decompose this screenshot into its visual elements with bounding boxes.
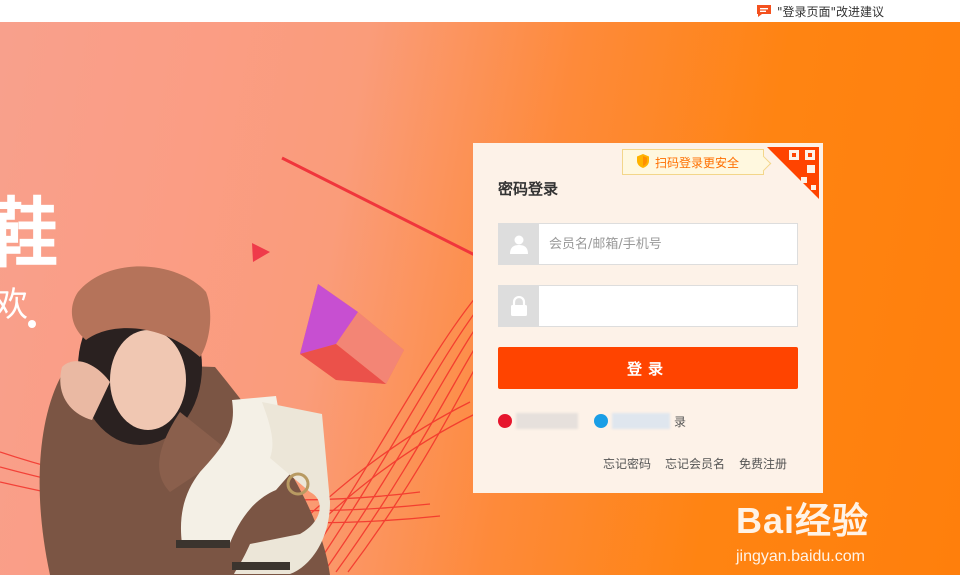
feedback-text: "登录页面"改进建议 [777, 4, 885, 19]
login-button[interactable]: 登录 [498, 347, 798, 389]
lock-icon [499, 286, 539, 326]
scan-tip-text: 扫码登录更安全 [655, 155, 740, 170]
forgot-username-link[interactable]: 忘记会员名 [665, 455, 725, 472]
user-icon [499, 224, 539, 264]
shield-icon [637, 153, 649, 171]
qr-code-icon [767, 147, 819, 199]
watermark-brand: Bai经验 [736, 500, 870, 541]
scan-login-tip[interactable]: 扫码登录更安全 [622, 149, 764, 175]
third-party-login: 录 [498, 411, 702, 431]
account-links: 忘记密码 忘记会员名 免费注册 [603, 455, 787, 472]
alipay-login[interactable]: 录 [594, 413, 686, 430]
watermark-url: jingyan.baidu.com [736, 548, 865, 565]
forgot-password-link[interactable]: 忘记密码 [603, 455, 651, 472]
alipay-icon [594, 414, 608, 428]
baidu-watermark: Bai经验 jingyan.baidu.com [736, 492, 916, 575]
weibo-login[interactable] [498, 413, 578, 429]
register-link[interactable]: 免费注册 [739, 455, 787, 472]
alipay-label-blurred [612, 413, 670, 429]
username-input[interactable] [539, 224, 797, 264]
weibo-label-blurred [516, 413, 578, 429]
login-title: 密码登录 [498, 180, 559, 198]
login-panel: 扫码登录更安全 密码登录 登录 [473, 143, 823, 493]
password-field [498, 285, 798, 327]
feedback-link[interactable]: "登录页面"改进建议 [756, 2, 884, 20]
password-input[interactable] [539, 286, 797, 326]
decor-triangle [252, 243, 270, 262]
weibo-icon [498, 414, 512, 428]
top-bar: "登录页面"改进建议 [0, 0, 960, 22]
qr-code-toggle[interactable] [767, 147, 819, 199]
username-field [498, 223, 798, 265]
chat-bubble-icon [756, 4, 772, 18]
alipay-label-tail: 录 [674, 414, 687, 429]
decor-prism [300, 284, 404, 384]
